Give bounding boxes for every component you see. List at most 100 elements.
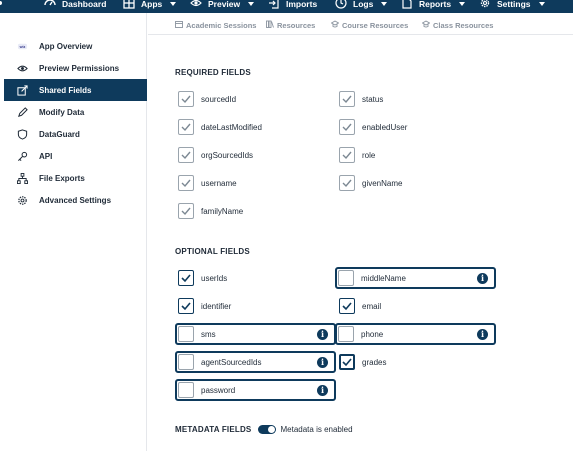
dashboard-icon: [44, 0, 56, 11]
nav-toggle[interactable]: [0, 0, 8, 11]
nav-settings[interactable]: Settings: [479, 0, 545, 11]
field-label: enabledUser: [362, 122, 408, 132]
chevron-down-icon: [381, 2, 388, 6]
sidebar-item-dataguard[interactable]: DataGuard: [4, 123, 147, 145]
nav-imports-label: Imports: [286, 0, 318, 9]
metadata-toggle[interactable]: [258, 425, 277, 434]
grid-icon: [123, 0, 135, 11]
nav-apps-label: Apps: [141, 0, 163, 9]
optional-field-grades[interactable]: grades: [336, 351, 497, 373]
sidebar-item-label: Advanced Settings: [39, 195, 112, 205]
checkbox-unchecked[interactable]: [178, 326, 194, 342]
checkbox-unchecked[interactable]: [338, 270, 354, 286]
tab-label: Course Resources: [342, 20, 409, 30]
required-checkbox: [178, 175, 194, 191]
nav-dashboard-label: Dashboard: [62, 0, 107, 9]
sidebar-item-label: File Exports: [39, 173, 85, 183]
metadata-fields-title: METADATA FIELDS: [175, 425, 252, 434]
field-label: identifier: [201, 301, 232, 311]
nav-apps[interactable]: Apps: [123, 0, 177, 11]
sitemap-icon: [16, 172, 28, 184]
sidebar-item-app-overview[interactable]: wiz App Overview: [4, 35, 147, 57]
field-label: password: [201, 385, 236, 395]
books-icon: [266, 20, 274, 30]
optional-field-middlename[interactable]: middleName i: [335, 267, 496, 289]
key-icon: [16, 150, 28, 162]
sidebar-item-file-exports[interactable]: File Exports: [4, 167, 147, 189]
sidebar-item-label: Preview Permissions: [39, 63, 120, 73]
nav-logs-label: Logs: [353, 0, 374, 9]
optional-field-identifier[interactable]: identifier: [175, 295, 336, 317]
metadata-row: METADATA FIELDS Metadata is enabled: [175, 425, 353, 434]
required-checkbox: [339, 147, 355, 163]
field-label: givenName: [362, 178, 403, 188]
optional-field-password[interactable]: password i: [175, 379, 336, 401]
tab-resources[interactable]: Resources: [266, 20, 315, 30]
document-icon: [401, 0, 413, 11]
metadata-toggle-label: Metadata is enabled: [280, 425, 353, 434]
field-label: middleName: [361, 273, 406, 283]
field-label: status: [362, 94, 384, 104]
checkbox-checked[interactable]: [339, 354, 355, 370]
chevron-down-icon: [248, 2, 255, 6]
required-fields-title: REQUIRED FIELDS: [175, 68, 251, 77]
tab-course-resources[interactable]: Course Resources: [330, 20, 409, 30]
info-icon[interactable]: i: [477, 328, 488, 340]
required-checkbox: [339, 119, 355, 135]
required-checkbox: [339, 91, 355, 107]
optional-field-email[interactable]: email: [336, 295, 497, 317]
checkbox-checked[interactable]: [178, 270, 194, 286]
field-label: username: [201, 178, 237, 188]
checkbox-unchecked[interactable]: [178, 354, 194, 370]
info-icon[interactable]: i: [317, 328, 328, 340]
course-icon: [330, 20, 340, 30]
required-field-orgsourcedids: orgSourcedIds: [175, 144, 336, 166]
field-label: userIds: [201, 273, 228, 283]
info-icon[interactable]: i: [477, 272, 488, 284]
required-field-givenname: givenName: [336, 172, 497, 194]
checkbox-checked[interactable]: [339, 298, 355, 314]
required-checkbox: [178, 91, 194, 107]
checkbox-unchecked[interactable]: [178, 382, 194, 398]
optional-field-phone[interactable]: phone i: [335, 323, 496, 345]
chevron-down-icon: [459, 2, 466, 6]
nav-logs[interactable]: Logs: [335, 0, 388, 11]
field-label: familyName: [201, 206, 244, 216]
nav-reports-label: Reports: [419, 0, 452, 9]
field-label: email: [362, 301, 382, 311]
nav-reports[interactable]: Reports: [401, 0, 466, 11]
required-checkbox: [178, 147, 194, 163]
optional-field-agentsourcedids[interactable]: agentSourcedIds i: [175, 351, 336, 373]
required-checkbox: [178, 119, 194, 135]
optional-fields-title: OPTIONAL FIELDS: [175, 247, 250, 256]
nav-toggle-icon: [0, 0, 8, 11]
nav-dashboard[interactable]: Dashboard: [44, 0, 106, 11]
info-icon[interactable]: i: [317, 356, 328, 368]
import-icon: [268, 0, 280, 11]
required-field-familyname: familyName: [175, 200, 336, 222]
optional-field-sms[interactable]: sms i: [175, 323, 336, 345]
info-icon[interactable]: i: [317, 384, 328, 396]
required-field-role: role: [336, 144, 497, 166]
sidebar-item-shared-fields[interactable]: Shared Fields: [4, 79, 147, 101]
tab-academic-sessions[interactable]: Academic Sessions: [175, 20, 256, 30]
sidebar-item-preview-permissions[interactable]: Preview Permissions: [4, 57, 147, 79]
sidebar-item-label: Shared Fields: [39, 85, 92, 95]
field-label: phone: [361, 329, 384, 339]
sidebar-item-modify-data[interactable]: Modify Data: [4, 101, 147, 123]
required-field-sourcedid: sourcedId: [175, 88, 336, 110]
app-logo-icon: wiz: [16, 40, 28, 52]
nav-preview[interactable]: Preview: [190, 0, 255, 11]
field-label: grades: [362, 357, 387, 367]
optional-field-userids[interactable]: userIds: [175, 267, 336, 289]
checkbox-unchecked[interactable]: [338, 326, 354, 342]
sidebar-item-label: API: [39, 151, 53, 161]
nav-preview-label: Preview: [208, 0, 241, 9]
chevron-down-icon: [538, 2, 545, 6]
nav-imports[interactable]: Imports: [268, 0, 317, 11]
checkbox-checked[interactable]: [178, 298, 194, 314]
required-checkbox: [178, 203, 194, 219]
sidebar-item-api[interactable]: API: [4, 145, 147, 167]
tab-class-resources[interactable]: Class Resources: [421, 20, 493, 30]
sidebar-item-advanced-settings[interactable]: Advanced Settings: [4, 189, 147, 211]
